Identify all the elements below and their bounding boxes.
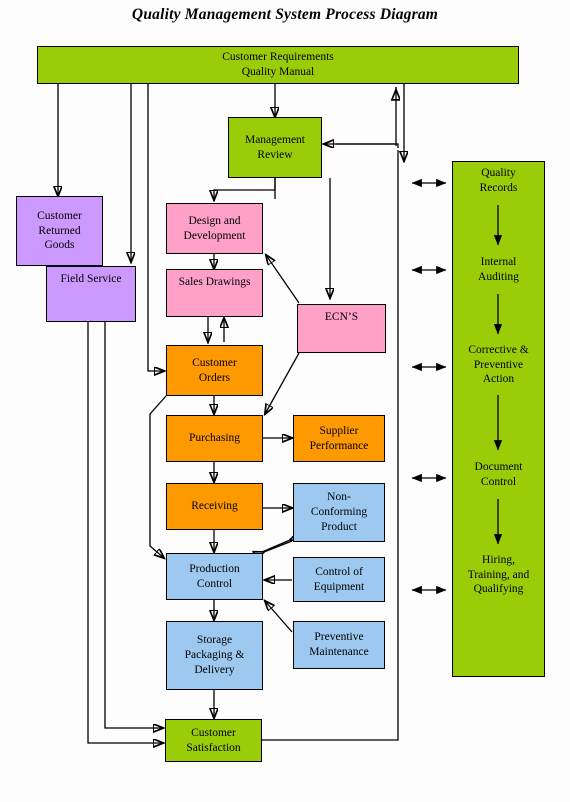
corrective-action-line1: Corrective & bbox=[468, 343, 529, 356]
customer-requirements-line1: Customer Requirements bbox=[222, 51, 334, 64]
preventive-maintenance-line2: Maintenance bbox=[309, 646, 369, 658]
control-equipment-line2: Equipment bbox=[313, 580, 365, 593]
node-supplier-performance[interactable]: Supplier Performance bbox=[293, 415, 385, 462]
corrective-action-line2: Preventive bbox=[473, 358, 524, 371]
document-control-line2: Control bbox=[480, 476, 517, 488]
node-customer-orders[interactable]: Customer Orders bbox=[166, 345, 263, 396]
customer-orders-line1: Customer bbox=[192, 356, 237, 369]
receiving-label: Receiving bbox=[191, 500, 238, 513]
node-customer-satisfaction[interactable]: Customer Satisfaction bbox=[165, 719, 262, 762]
hiring-line3: Qualifying bbox=[473, 583, 524, 596]
support-item-hiring-training-qualifying[interactable]: Hiring, Training, and Qualifying bbox=[450, 551, 547, 599]
node-field-service[interactable]: Field Service bbox=[46, 266, 136, 322]
customer-requirements-line2: Quality Manual bbox=[241, 66, 315, 78]
design-development-line1: Design and bbox=[188, 214, 241, 227]
support-item-quality-records[interactable]: Quality Records bbox=[452, 163, 545, 199]
support-item-corrective-preventive-action[interactable]: Corrective & Preventive Action bbox=[452, 341, 545, 389]
control-equipment-line1: Control of bbox=[315, 565, 363, 578]
production-control-line1: Production bbox=[189, 562, 240, 575]
non-conforming-line2: Conforming bbox=[310, 506, 368, 519]
node-customer-requirements[interactable]: Customer Requirements Quality Manual bbox=[37, 46, 519, 84]
ecns-label: ECN’S bbox=[324, 311, 359, 323]
quality-records-line2: Records bbox=[479, 182, 518, 194]
management-review-line1: Management bbox=[244, 133, 306, 146]
non-conforming-line1: Non- bbox=[327, 491, 351, 504]
storage-line2: Packaging & bbox=[184, 649, 245, 662]
customer-satisfaction-line2: Satisfaction bbox=[186, 741, 241, 754]
node-storage-packaging-delivery[interactable]: Storage Packaging & Delivery bbox=[166, 621, 263, 690]
node-non-conforming-product[interactable]: Non- Conforming Product bbox=[293, 483, 385, 542]
document-control-line1: Document bbox=[474, 461, 523, 474]
page-title: Quality Management System Process Diagra… bbox=[131, 6, 439, 23]
node-sales-drawings[interactable]: Sales Drawings bbox=[166, 269, 263, 317]
sales-drawings-label: Sales Drawings bbox=[178, 276, 251, 288]
customer-satisfaction-line1: Customer bbox=[191, 726, 236, 739]
field-service-label: Field Service bbox=[60, 273, 122, 285]
support-item-document-control[interactable]: Document Control bbox=[452, 457, 545, 493]
node-management-review[interactable]: Management Review bbox=[228, 117, 322, 178]
design-development-line2: Development bbox=[183, 229, 246, 242]
storage-line1: Storage bbox=[196, 634, 233, 647]
node-production-control[interactable]: Production Control bbox=[166, 553, 263, 600]
node-control-of-equipment[interactable]: Control of Equipment bbox=[293, 557, 385, 602]
supplier-performance-line1: Supplier bbox=[319, 424, 359, 437]
node-design-and-development[interactable]: Design and Development bbox=[166, 203, 263, 254]
internal-auditing-line2: Auditing bbox=[478, 271, 519, 283]
hiring-line2: Training, and bbox=[467, 568, 530, 581]
internal-auditing-line1: Internal bbox=[480, 256, 517, 269]
node-receiving[interactable]: Receiving bbox=[166, 483, 263, 530]
purchasing-label: Purchasing bbox=[188, 432, 241, 445]
customer-returned-goods-line2: Returned bbox=[38, 224, 81, 237]
management-review-line2: Review bbox=[257, 148, 293, 161]
node-customer-returned-goods[interactable]: Customer Returned Goods bbox=[16, 196, 103, 266]
preventive-maintenance-line1: Preventive bbox=[314, 631, 364, 644]
support-item-internal-auditing[interactable]: Internal Auditing bbox=[452, 252, 545, 288]
quality-records-line1: Quality bbox=[481, 167, 516, 180]
support-column[interactable] bbox=[452, 161, 545, 677]
node-ecns[interactable]: ECN’S bbox=[297, 304, 386, 353]
supplier-performance-line2: Performance bbox=[309, 439, 369, 452]
node-preventive-maintenance[interactable]: Preventive Maintenance bbox=[293, 621, 385, 669]
corrective-action-line3: Action bbox=[482, 373, 515, 386]
non-conforming-line3: Product bbox=[321, 520, 357, 533]
node-purchasing[interactable]: Purchasing bbox=[166, 415, 263, 462]
customer-orders-line2: Orders bbox=[198, 371, 231, 384]
storage-line3: Delivery bbox=[194, 663, 235, 676]
customer-returned-goods-line3: Goods bbox=[44, 239, 75, 252]
hiring-line1: Hiring, bbox=[482, 553, 515, 566]
customer-returned-goods-line1: Customer bbox=[37, 209, 82, 222]
diagram-canvas: Quality Management System Process Diagra… bbox=[0, 0, 570, 802]
production-control-line2: Control bbox=[196, 577, 233, 590]
